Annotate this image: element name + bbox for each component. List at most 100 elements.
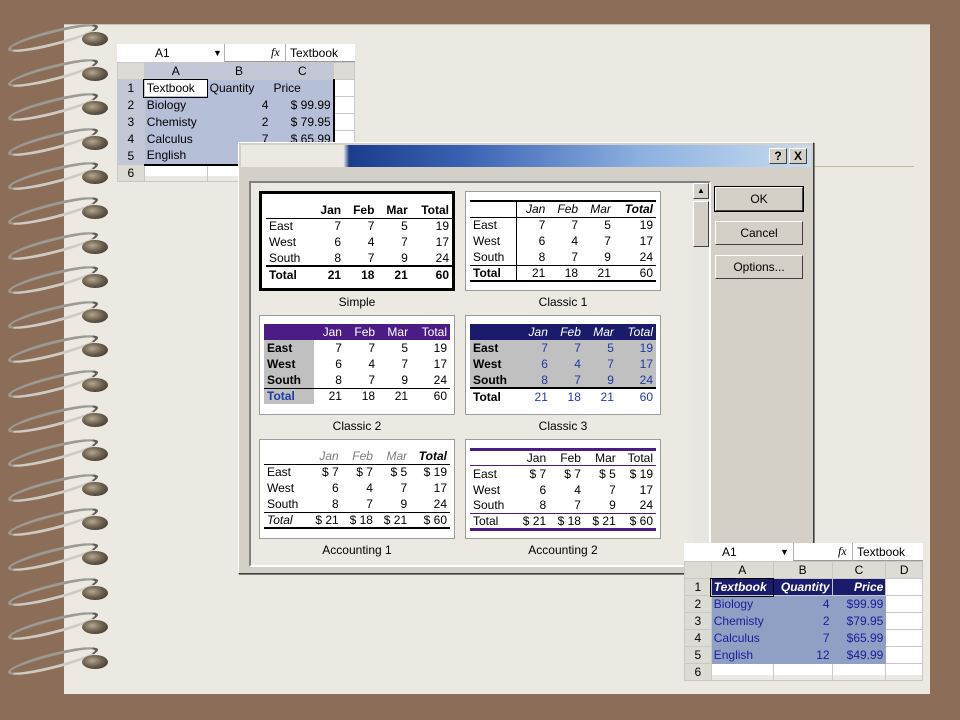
name-box[interactable]: A1: [684, 543, 794, 561]
sample-row: East 7 7 5 19: [266, 217, 452, 234]
sample-cell: 19: [433, 341, 447, 355]
column-header-a[interactable]: A: [710, 561, 774, 579]
format-sample-accounting-1[interactable]: Jan Feb Mar Total East $ 7 $ 7 $ 5 $ 19 West 6 4 7 17…: [259, 439, 455, 539]
row-header[interactable]: 5: [117, 147, 145, 165]
cell[interactable]: Quantity: [772, 578, 833, 596]
cell[interactable]: Calculus: [710, 629, 774, 647]
cell[interactable]: Chemisty: [710, 612, 774, 630]
sample-row: West 6 4 7 17: [264, 480, 450, 496]
format-sample-classic-3[interactable]: Jan Feb Mar Total East 7 7 5 19 West 6 4 7 17 South 8 7 9…: [465, 315, 661, 415]
cell[interactable]: 4: [206, 96, 272, 114]
sample-cell: $ 5: [390, 465, 408, 480]
cell[interactable]: $99.99: [831, 595, 887, 613]
name-box[interactable]: A1: [117, 44, 225, 62]
cell[interactable]: Textbook: [143, 78, 209, 98]
cell[interactable]: [333, 113, 355, 131]
format-gallery[interactable]: ▲ Jan Feb Mar Total East 7 7 5 19 West 6 4 7 17 South 8…: [249, 181, 711, 567]
gallery-scrollbar[interactable]: ▲: [693, 183, 709, 565]
cell[interactable]: $49.99: [831, 646, 887, 664]
sample-cell: [470, 324, 520, 340]
format-sample-simple[interactable]: Jan Feb Mar Total East 7 7 5 19 West 6 4 7 17 South 8 7 9…: [259, 191, 455, 291]
column-header-b[interactable]: B: [206, 62, 272, 80]
cell[interactable]: 2: [206, 113, 272, 131]
sample-cell: 21: [377, 265, 411, 282]
close-button[interactable]: X: [789, 148, 807, 164]
row-header[interactable]: 3: [117, 113, 145, 131]
format-sample-classic-1[interactable]: Jan Feb Mar Total East 7 7 5 19 West 6 4 7 17 South 8 7 9…: [465, 191, 661, 291]
cell[interactable]: English: [143, 147, 208, 166]
column-header-blank[interactable]: [333, 62, 355, 80]
row-header[interactable]: 4: [117, 130, 145, 148]
fx-icon[interactable]: fx: [838, 544, 847, 559]
cell[interactable]: English: [710, 646, 774, 664]
help-button[interactable]: ?: [769, 148, 787, 164]
cell[interactable]: $ 79.95: [270, 113, 335, 131]
spiral-binding: [0, 0, 110, 720]
sample-cell: Feb: [344, 202, 378, 219]
sample-row: South 8 7 9 24: [470, 372, 656, 388]
ring-hole: [82, 620, 108, 635]
cancel-button[interactable]: Cancel: [715, 221, 803, 245]
cell[interactable]: $79.95: [831, 612, 887, 630]
column-header-c[interactable]: C: [270, 62, 335, 80]
column-header-c[interactable]: C: [831, 561, 887, 579]
row-header[interactable]: 3: [684, 612, 712, 630]
fx-icon[interactable]: fx: [271, 45, 280, 60]
format-sample-accounting-2[interactable]: Jan Feb Mar Total East $ 7 $ 7 $ 5 $ 19 West 6 4 7 17…: [465, 439, 661, 539]
cell[interactable]: 7: [772, 629, 833, 647]
cell[interactable]: [885, 629, 923, 647]
scroll-thumb[interactable]: [693, 201, 709, 247]
column-header-a[interactable]: A: [143, 62, 208, 80]
cell[interactable]: 2: [772, 612, 833, 630]
sample-table: Jan Feb Mar Total East 7 7 5 19 West 6 4 7 17 South 8 7 9…: [470, 324, 656, 404]
cell[interactable]: [885, 595, 923, 613]
dialog-title-bar[interactable]: ? X: [241, 145, 811, 167]
cell[interactable]: [143, 164, 208, 182]
cell[interactable]: Chemisty: [143, 113, 208, 131]
row-header[interactable]: 2: [684, 595, 712, 613]
row-header[interactable]: 1: [117, 79, 145, 97]
row-header[interactable]: 5: [684, 646, 712, 664]
corner-cell[interactable]: [117, 62, 145, 80]
cell[interactable]: Quantity: [206, 79, 272, 97]
cell[interactable]: Calculus: [143, 130, 208, 148]
cell[interactable]: [885, 646, 923, 664]
cell[interactable]: [885, 663, 923, 681]
options-button[interactable]: Options...: [715, 255, 803, 279]
scroll-up-icon[interactable]: ▲: [693, 183, 709, 199]
row-header[interactable]: 6: [117, 164, 145, 182]
row-header[interactable]: 4: [684, 629, 712, 647]
column-header-b[interactable]: B: [772, 561, 833, 579]
cell[interactable]: [333, 79, 355, 97]
cell[interactable]: Textbook: [710, 577, 775, 597]
formula-input[interactable]: Textbook: [852, 543, 923, 561]
cell[interactable]: 4: [772, 595, 833, 613]
cell[interactable]: [710, 663, 774, 681]
cell[interactable]: $ 99.99: [270, 96, 335, 114]
sample-row: Total 21 18 21 60: [470, 387, 656, 404]
cell-grid[interactable]: A B C D 1 Textbook Quantity Price 2 Biology 4 $…: [684, 561, 923, 681]
cell[interactable]: Price: [831, 578, 887, 596]
cell[interactable]: Biology: [710, 595, 774, 613]
row-header[interactable]: 6: [684, 663, 712, 681]
format-sample-classic-2[interactable]: Jan Feb Mar Total East 7 7 5 19 West 6 4 7 17 South 8 7 9…: [259, 315, 455, 415]
cell[interactable]: 12: [772, 646, 833, 664]
formula-input[interactable]: Textbook: [285, 44, 355, 62]
cell[interactable]: [831, 663, 887, 681]
cell[interactable]: [885, 578, 923, 596]
column-header-d[interactable]: D: [885, 561, 923, 579]
name-box-dropdown-icon[interactable]: ▼: [213, 48, 222, 58]
cell[interactable]: [333, 96, 355, 114]
sample-cell: 7: [571, 218, 579, 233]
name-box-dropdown-icon[interactable]: ▼: [780, 547, 789, 557]
cell[interactable]: $65.99: [831, 629, 887, 647]
cell[interactable]: Price: [270, 79, 335, 97]
sample-cell: 4: [367, 235, 375, 249]
ok-button[interactable]: OK: [714, 186, 804, 212]
row-header[interactable]: 1: [684, 578, 712, 596]
corner-cell[interactable]: [684, 561, 712, 579]
cell[interactable]: Biology: [143, 96, 208, 114]
cell[interactable]: [885, 612, 923, 630]
cell[interactable]: [772, 663, 833, 681]
row-header[interactable]: 2: [117, 96, 145, 114]
